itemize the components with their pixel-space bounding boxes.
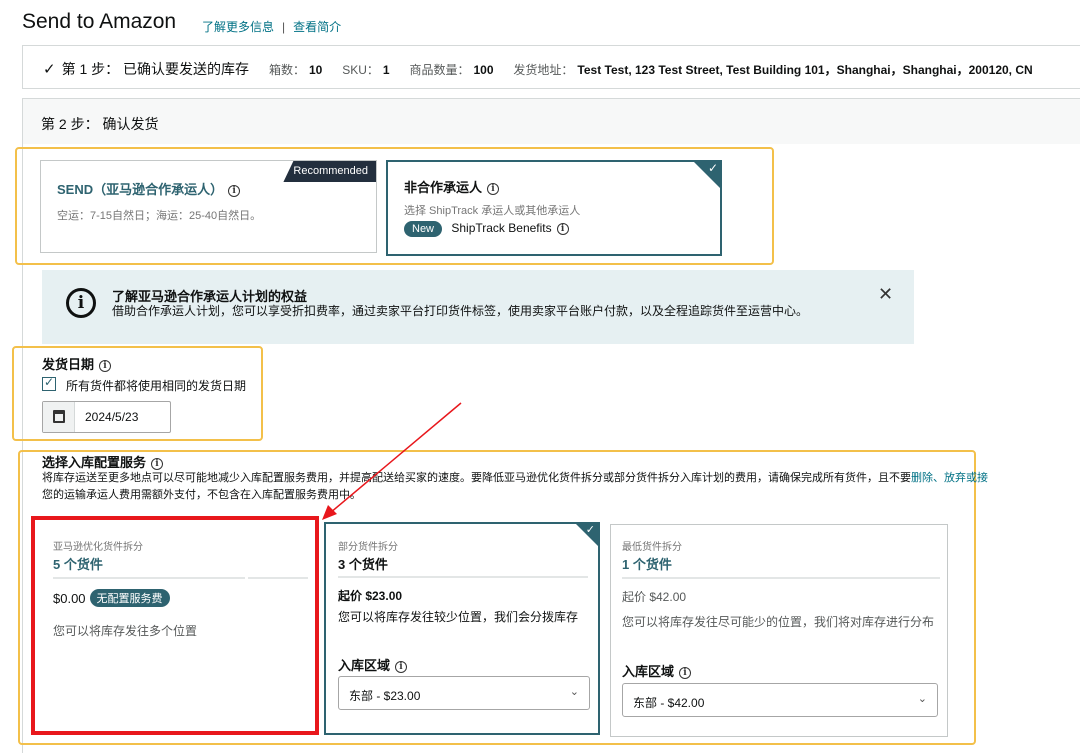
check-icon: ✓ (585, 524, 595, 536)
region-label: 入库区域 (622, 664, 675, 679)
option-type: 最低货件拆分 (622, 542, 682, 553)
region-select-value: 东部 - $23.00 (349, 689, 421, 703)
placement-option-partial[interactable]: ✓ 部分货件拆分 3 个货件 起价 $23.00 您可以将库存发往较少位置，我们… (324, 522, 600, 735)
divider (338, 576, 588, 578)
region-label: 入库区域 (338, 658, 391, 673)
option-shipment-count: 3 个货件 (338, 557, 388, 572)
chevron-down-icon: ⌄ (569, 686, 579, 698)
region-select[interactable]: 东部 - $42.00 ⌄ (622, 683, 938, 717)
option-shipment-count: 1 个货件 (622, 557, 672, 572)
region-select[interactable]: 东部 - $23.00 ⌄ (338, 676, 590, 710)
region-select-value: 东部 - $42.00 (633, 696, 705, 710)
option-price: 起价 $42.00 (622, 590, 687, 604)
divider (622, 577, 940, 579)
option-description: 您可以将库存发往较少位置，我们会分拨库存 (338, 610, 579, 624)
placement-option-minimal[interactable]: 最低货件拆分 1 个货件 起价 $42.00 您可以将库存发往尽可能少的位置，我… (610, 524, 948, 737)
option-price: 起价 $23.00 (338, 589, 403, 603)
info-icon[interactable]: i (679, 667, 692, 679)
option-type: 部分货件拆分 (338, 542, 398, 553)
info-icon[interactable]: i (395, 661, 408, 673)
option-description: 您可以将库存发往尽可能少的位置，我们将对库存进行分布 (622, 615, 935, 629)
chevron-down-icon: ⌄ (917, 693, 927, 705)
